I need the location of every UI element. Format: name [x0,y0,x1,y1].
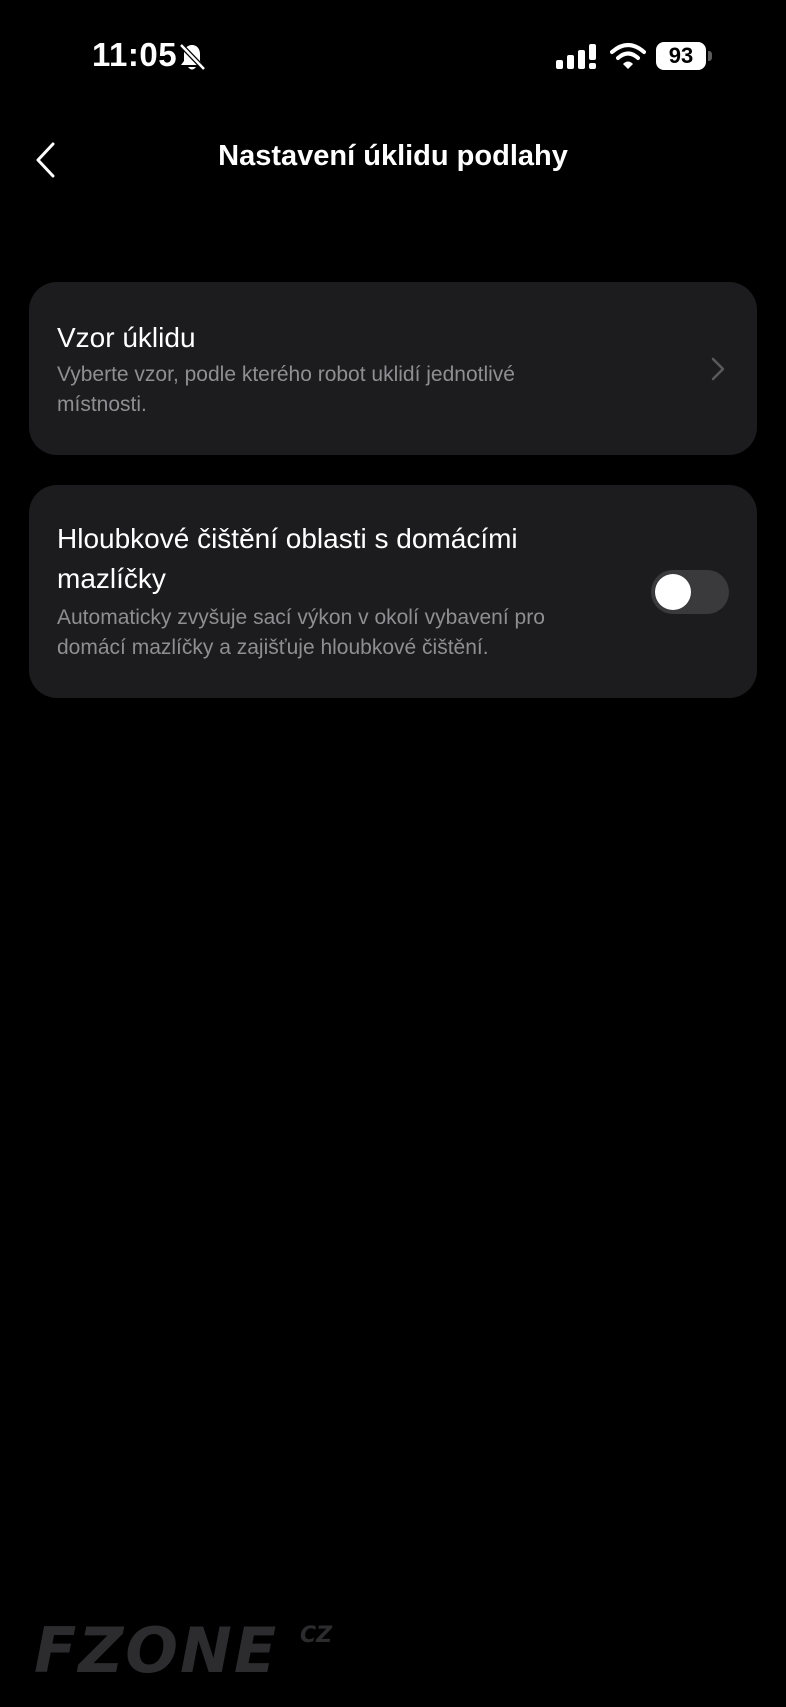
pet-deep-cleaning-toggle[interactable] [651,570,729,614]
battery-icon: 93 [656,42,712,70]
status-time: 11:05 [92,36,178,73]
toggle-knob [655,574,691,610]
pet-deep-cleaning-description: Automaticky zvyšuje sací výkon v okolí v… [57,606,545,659]
fzone-watermark-logo: FZONE CZ [34,1618,333,1678]
pet-deep-cleaning-title: Hloubkové čištění oblasti s domácími maz… [57,523,518,594]
bell-muted-icon [179,43,206,71]
page-title: Nastavení úklidu podlahy [218,140,568,172]
chevron-left-icon [36,142,55,178]
chevron-right-icon [711,357,725,381]
cleaning-pattern-title: Vzor úklidu [57,322,196,353]
back-button[interactable] [22,136,70,184]
svg-text:FZONE: FZONE [34,1618,278,1678]
cleaning-pattern-description: Vyberte vzor, podle kterého robot uklidí… [57,363,515,416]
wifi-icon [610,43,646,69]
pet-deep-cleaning-item: Hloubkové čištění oblasti s domácími maz… [29,485,757,698]
signal-icon [556,44,596,69]
svg-text:CZ: CZ [300,1623,333,1648]
cleaning-pattern-item[interactable]: Vzor úklidu Vyberte vzor, podle kterého … [29,282,757,455]
battery-tip [708,51,712,61]
status-bar: 11:05 93 [0,0,786,110]
battery-level: 93 [656,42,706,70]
